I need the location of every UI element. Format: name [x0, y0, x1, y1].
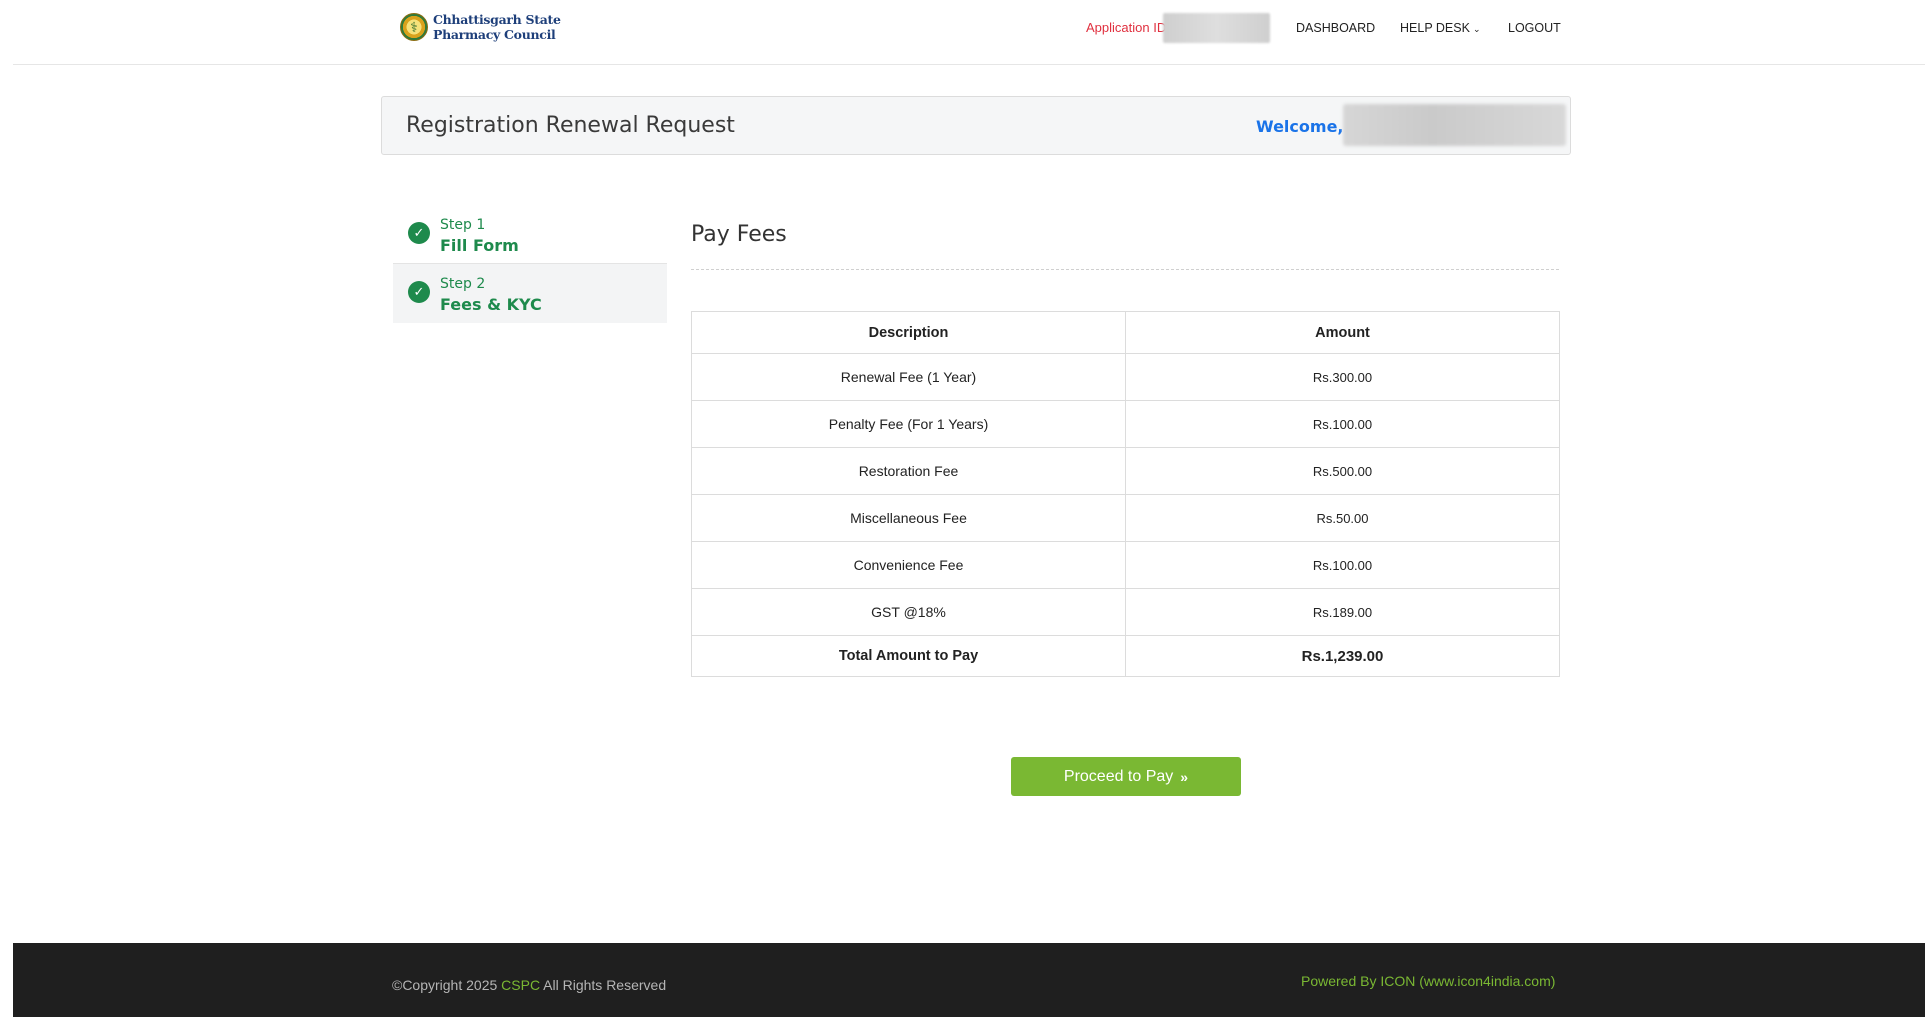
logo-line-2: Pharmacy Council [433, 27, 556, 42]
table-row: Penalty Fee (For 1 Years) Rs.100.00 [691, 400, 1560, 448]
total-amount: Rs.1,239.00 [1125, 635, 1560, 677]
fee-amount: Rs.100.00 [1125, 541, 1560, 589]
nav-dashboard[interactable]: DASHBOARD [1296, 21, 1375, 35]
fee-amount: Rs.189.00 [1125, 588, 1560, 636]
copyright-prefix: ©Copyright 2025 [392, 977, 502, 993]
table-row: Renewal Fee (1 Year) Rs.300.00 [691, 353, 1560, 401]
footer: ©Copyright 2025 CSPC All Rights Reserved… [13, 943, 1925, 1017]
table-row: Convenience Fee Rs.100.00 [691, 541, 1560, 589]
fee-description: Convenience Fee [691, 541, 1126, 589]
section-divider [691, 269, 1559, 270]
proceed-label: Proceed to Pay [1063, 767, 1174, 785]
fee-description: Penalty Fee (For 1 Years) [691, 400, 1126, 448]
application-id-redacted [1163, 13, 1270, 43]
step-number: Step 1 [440, 217, 486, 233]
table-row: GST @18% Rs.189.00 [691, 588, 1560, 636]
double-chevron-right-icon: » [1180, 768, 1189, 785]
check-circle-icon: ✓ [408, 222, 430, 244]
step-item-fees-kyc[interactable]: ✓ Step 2 Fees & KYC [393, 264, 667, 323]
column-header-description: Description [691, 311, 1126, 354]
step-name: Fill Form [440, 236, 519, 255]
powered-by-link[interactable]: Powered By ICON (www.icon4india.com) [1301, 973, 1555, 989]
page-title: Registration Renewal Request [406, 113, 735, 138]
copyright-text: ©Copyright 2025 CSPC All Rights Reserved [392, 977, 666, 993]
step-list: ✓ Step 1 Fill Form ✓ Step 2 Fees & KYC [393, 205, 667, 323]
fee-amount: Rs.50.00 [1125, 494, 1560, 542]
step-name: Fees & KYC [440, 295, 542, 314]
top-navbar: ⚕ Chhattisgarh State Pharmacy Council Ap… [13, 0, 1925, 65]
username-redacted [1343, 104, 1566, 146]
fee-amount: Rs.500.00 [1125, 447, 1560, 495]
copyright-suffix: All Rights Reserved [540, 977, 667, 993]
nav-help-desk-label: HELP DESK [1400, 21, 1470, 35]
logo-line-1: Chhattisgarh State [433, 12, 561, 27]
page-header: Registration Renewal Request Welcome, S [381, 96, 1571, 155]
fee-description: Restoration Fee [691, 447, 1126, 495]
copyright-brand-link[interactable]: CSPC [501, 977, 540, 993]
chevron-down-icon: ⌄ [1472, 24, 1481, 34]
check-circle-icon: ✓ [408, 281, 430, 303]
table-row: Restoration Fee Rs.500.00 [691, 447, 1560, 495]
table-header-row: Description Amount [691, 311, 1560, 354]
nav-logout[interactable]: LOGOUT [1508, 21, 1561, 35]
step-number: Step 2 [440, 276, 486, 292]
fee-description: Miscellaneous Fee [691, 494, 1126, 542]
fee-description: GST @18% [691, 588, 1126, 636]
application-id-label: Application ID [1086, 20, 1167, 35]
site-logo[interactable]: ⚕ Chhattisgarh State Pharmacy Council [400, 12, 561, 42]
total-row: Total Amount to Pay Rs.1,239.00 [691, 635, 1560, 677]
fee-amount: Rs.300.00 [1125, 353, 1560, 401]
fees-table: Description Amount Renewal Fee (1 Year) … [691, 311, 1560, 677]
step-item-fill-form[interactable]: ✓ Step 1 Fill Form [393, 205, 667, 264]
council-emblem-icon: ⚕ [400, 13, 428, 41]
logo-text: Chhattisgarh State Pharmacy Council [433, 12, 561, 42]
fee-amount: Rs.100.00 [1125, 400, 1560, 448]
column-header-amount: Amount [1125, 311, 1560, 354]
section-title: Pay Fees [691, 222, 787, 247]
fee-description: Renewal Fee (1 Year) [691, 353, 1126, 401]
proceed-to-pay-button[interactable]: Proceed to Pay » [1011, 757, 1241, 796]
total-label: Total Amount to Pay [691, 635, 1126, 677]
table-row: Miscellaneous Fee Rs.50.00 [691, 494, 1560, 542]
nav-help-desk[interactable]: HELP DESK ⌄ [1400, 21, 1481, 35]
